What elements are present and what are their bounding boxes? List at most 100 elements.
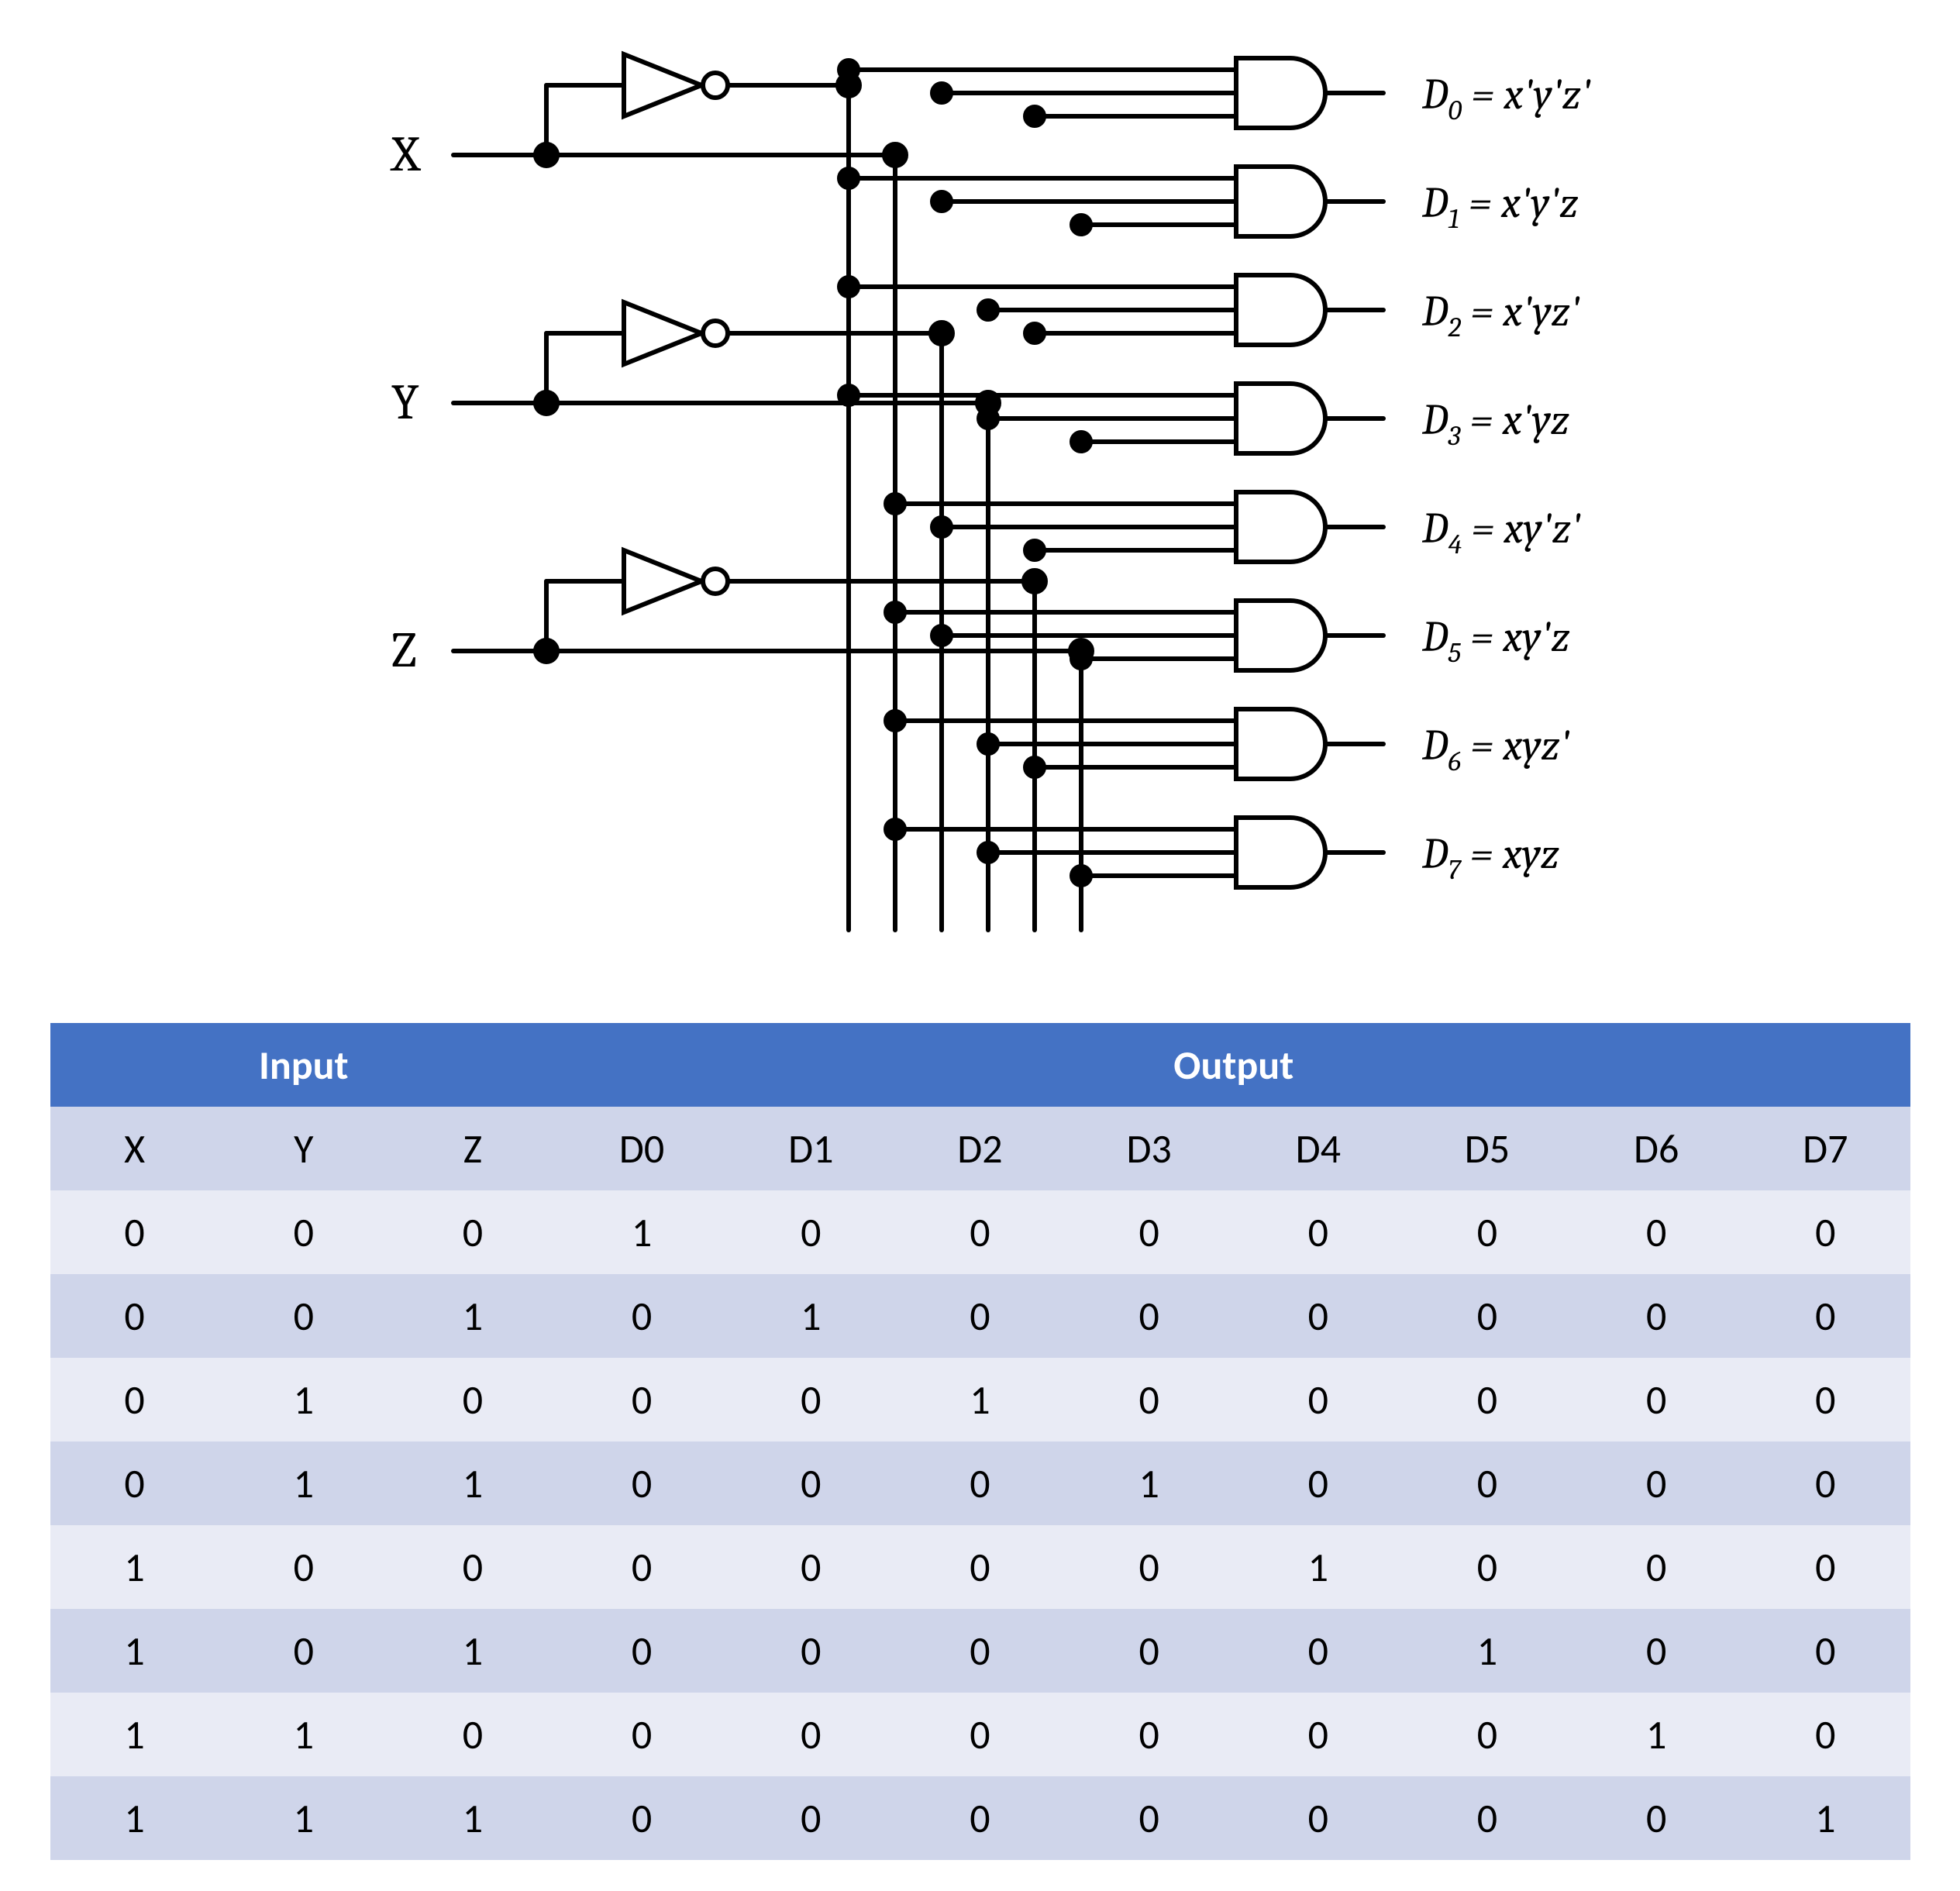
- cell: 0: [1741, 1274, 1910, 1358]
- table-row: 00010000000: [50, 1190, 1910, 1274]
- output-equations: D0 = x'y'z' D1 = x'y'z D2 = x'yz' D3 = x…: [1421, 70, 1591, 886]
- col-d5: D5: [1403, 1107, 1572, 1190]
- cell: 1: [50, 1609, 219, 1693]
- and-gate-d1: [839, 167, 1383, 236]
- cell: 0: [50, 1190, 219, 1274]
- cell: 0: [557, 1776, 726, 1860]
- cell: 0: [726, 1190, 895, 1274]
- cell: 1: [219, 1358, 388, 1442]
- cell: 0: [1572, 1442, 1741, 1525]
- and-gate-d5: [886, 601, 1383, 670]
- truth-table: Input Output X Y Z D0 D1 D2 D3 D4 D5 D6 …: [50, 1023, 1910, 1860]
- input-label-x: X: [390, 126, 422, 183]
- eq-d0: D0 = x'y'z': [1421, 70, 1591, 126]
- cell: 0: [1403, 1358, 1572, 1442]
- cell: 0: [1741, 1358, 1910, 1442]
- cell: 0: [895, 1525, 1064, 1609]
- cell: 0: [726, 1776, 895, 1860]
- cell: 0: [1065, 1776, 1234, 1860]
- table-row: 11100000001: [50, 1776, 1910, 1860]
- table-row: 00101000000: [50, 1274, 1910, 1358]
- cell: 0: [219, 1190, 388, 1274]
- column-header-row: X Y Z D0 D1 D2 D3 D4 D5 D6 D7: [50, 1107, 1910, 1190]
- th-group-output: Output: [557, 1023, 1910, 1107]
- cell: 0: [1741, 1442, 1910, 1525]
- page: X Y Z: [31, 31, 1929, 1860]
- col-d2: D2: [895, 1107, 1064, 1190]
- col-d4: D4: [1234, 1107, 1403, 1190]
- cell: 1: [726, 1274, 895, 1358]
- eq-d5: D5 = xy'z: [1421, 612, 1570, 669]
- col-d3: D3: [1065, 1107, 1234, 1190]
- col-z: Z: [388, 1107, 557, 1190]
- cell: 1: [1065, 1442, 1234, 1525]
- cell: 0: [1234, 1776, 1403, 1860]
- eq-d3: D3 = x'yz: [1421, 395, 1569, 452]
- cell: 0: [388, 1358, 557, 1442]
- cell: 0: [1403, 1525, 1572, 1609]
- cell: 0: [557, 1358, 726, 1442]
- eq-d7: D7 = xyz: [1421, 829, 1559, 886]
- cell: 1: [1572, 1693, 1741, 1776]
- col-d1: D1: [726, 1107, 895, 1190]
- cell: 0: [726, 1358, 895, 1442]
- cell: 0: [1234, 1358, 1403, 1442]
- cell: 1: [1741, 1776, 1910, 1860]
- col-x: X: [50, 1107, 219, 1190]
- col-d6: D6: [1572, 1107, 1741, 1190]
- cell: 0: [1234, 1609, 1403, 1693]
- table-row: 01000100000: [50, 1358, 1910, 1442]
- cell: 0: [1065, 1693, 1234, 1776]
- cell: 0: [1572, 1525, 1741, 1609]
- and-gate-d7: [886, 818, 1383, 887]
- cell: 1: [1403, 1609, 1572, 1693]
- cell: 0: [1065, 1525, 1234, 1609]
- cell: 0: [1234, 1442, 1403, 1525]
- cell: 0: [1572, 1274, 1741, 1358]
- cell: 0: [726, 1442, 895, 1525]
- cell: 1: [219, 1776, 388, 1860]
- cell: 0: [388, 1190, 557, 1274]
- col-y: Y: [219, 1107, 388, 1190]
- cell: 1: [895, 1358, 1064, 1442]
- cell: 0: [1403, 1274, 1572, 1358]
- cell: 0: [1572, 1358, 1741, 1442]
- cell: 0: [1234, 1274, 1403, 1358]
- cell: 0: [1403, 1190, 1572, 1274]
- cell: 1: [388, 1274, 557, 1358]
- cell: 0: [1403, 1693, 1572, 1776]
- cell: 1: [1234, 1525, 1403, 1609]
- cell: 0: [557, 1525, 726, 1609]
- col-d7: D7: [1741, 1107, 1910, 1190]
- input-label-y: Y: [391, 374, 419, 431]
- cell: 1: [50, 1693, 219, 1776]
- and-gate-d0: [839, 58, 1383, 128]
- cell: 1: [388, 1442, 557, 1525]
- and-gate-d6: [886, 709, 1383, 779]
- cell: 0: [1065, 1609, 1234, 1693]
- cell: 0: [1572, 1776, 1741, 1860]
- cell: 0: [1403, 1442, 1572, 1525]
- col-d0: D0: [557, 1107, 726, 1190]
- cell: 0: [726, 1525, 895, 1609]
- cell: 1: [50, 1525, 219, 1609]
- cell: 0: [895, 1609, 1064, 1693]
- cell: 0: [1741, 1525, 1910, 1609]
- cell: 1: [388, 1609, 557, 1693]
- cell: 0: [219, 1274, 388, 1358]
- cell: 1: [50, 1776, 219, 1860]
- cell: 0: [557, 1609, 726, 1693]
- cell: 0: [1065, 1274, 1234, 1358]
- cell: 0: [1403, 1776, 1572, 1860]
- cell: 0: [1065, 1190, 1234, 1274]
- cell: 1: [388, 1776, 557, 1860]
- cell: 0: [1741, 1609, 1910, 1693]
- cell: 0: [50, 1442, 219, 1525]
- eq-d1: D1 = x'y'z: [1421, 178, 1579, 235]
- decoder-circuit: X Y Z: [205, 31, 1755, 976]
- cell: 0: [557, 1442, 726, 1525]
- table-row: 11000000010: [50, 1693, 1910, 1776]
- cell: 0: [895, 1190, 1064, 1274]
- cell: 0: [219, 1525, 388, 1609]
- cell: 0: [895, 1693, 1064, 1776]
